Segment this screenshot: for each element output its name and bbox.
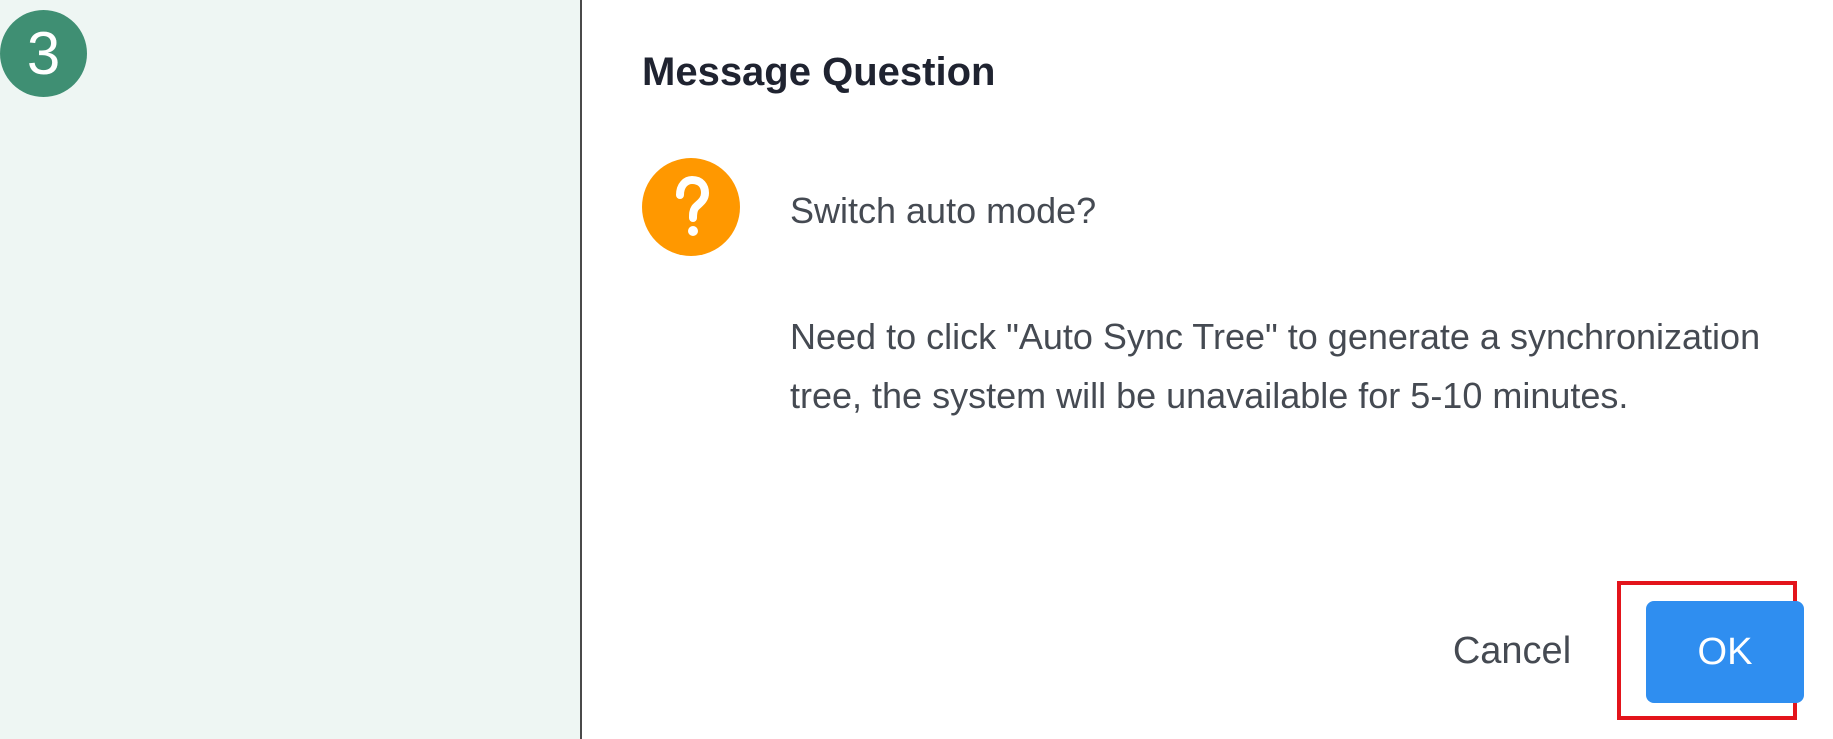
background-panel: 3 <box>0 0 580 739</box>
question-circle-icon <box>642 158 740 256</box>
dialog-detail-text: Need to click "Auto Sync Tree" to genera… <box>790 316 1761 416</box>
ok-button[interactable]: OK <box>1646 601 1804 703</box>
dialog-message: Switch auto mode? <box>790 190 1097 231</box>
dialog-title: Message Question <box>642 50 996 94</box>
message-question-dialog: Message Question Switch auto mode? Need … <box>580 0 1833 739</box>
cancel-button[interactable]: Cancel <box>1432 600 1592 702</box>
step-number-badge: 3 <box>0 10 87 97</box>
